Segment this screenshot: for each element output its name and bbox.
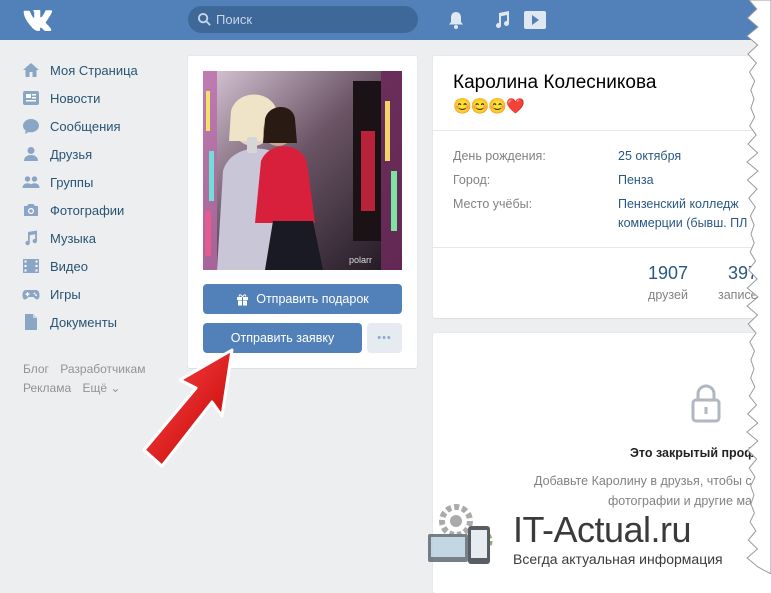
play-icon[interactable] [523, 9, 547, 31]
friends-counter[interactable]: 1907 друзей [640, 263, 696, 302]
sidebar-item-games[interactable]: Игры [22, 280, 172, 308]
more-actions-button[interactable]: ••• [367, 323, 402, 353]
top-bar: Поиск [0, 0, 771, 40]
sidebar-item-label: Группы [50, 174, 94, 190]
friends-count: 1907 [647, 263, 689, 283]
sidebar-item-photos[interactable]: Фотографии [22, 196, 172, 224]
education-value-line2[interactable]: коммерции (бывш. ПЛ [618, 216, 747, 230]
sidebar-item-label: Моя Страница [50, 62, 138, 78]
left-menu: Моя Страница Новости Сообщения Друзья Гр… [22, 56, 172, 336]
send-request-label: Отправить заявку [230, 331, 335, 345]
sidebar-item-video[interactable]: Видео [22, 252, 172, 280]
red-arrow-pointer [142, 348, 234, 468]
more-dots-icon: ••• [377, 332, 392, 344]
sidebar-item-my-page[interactable]: Моя Страница [22, 56, 172, 84]
search-icon [197, 12, 211, 26]
profile-photo-image: polarr [203, 71, 402, 270]
sidebar-item-friends[interactable]: Друзья [22, 140, 172, 168]
city-label: Город: [453, 173, 491, 187]
send-gift-label: Отправить подарок [256, 292, 369, 306]
city-value[interactable]: Пенза [618, 173, 654, 187]
torn-edge-decoration [746, 0, 771, 574]
music-icon[interactable] [491, 9, 513, 31]
profile-photo[interactable]: polarr [203, 71, 402, 270]
watermark-subtitle: Всегда актуальная информация [513, 551, 723, 567]
groups-icon [22, 176, 40, 188]
birthday-value[interactable]: 25 октября [618, 149, 681, 163]
sidebar-item-messages[interactable]: Сообщения [22, 112, 172, 140]
search-input[interactable]: Поиск [216, 12, 252, 27]
gift-icon [237, 293, 249, 306]
profile-status: 😊😊😊❤️ [453, 98, 525, 115]
search-box[interactable]: Поиск [188, 6, 418, 33]
ads-link[interactable]: Реклама [23, 381, 71, 395]
education-value[interactable]: Пензенский колледж [618, 197, 739, 211]
music-icon [25, 230, 38, 246]
watermark-title: IT-Actual.ru [513, 509, 692, 550]
profile-name: Каролина Колесникова [453, 72, 657, 93]
send-gift-button[interactable]: Отправить подарок [203, 284, 402, 314]
sidebar-item-label: Фотографии [50, 202, 125, 218]
bell-icon[interactable] [445, 9, 467, 31]
info-divider [433, 130, 753, 131]
closed-profile-title: Это закрытый проф [630, 446, 756, 460]
counters-divider [433, 247, 753, 248]
sidebar-item-label: Документы [50, 314, 118, 330]
sidebar-item-news[interactable]: Новости [22, 84, 172, 112]
vk-logo-icon[interactable] [22, 9, 58, 31]
news-icon [23, 91, 39, 105]
more-link[interactable]: Ещё ⌄ [82, 381, 120, 395]
birthday-label: День рождения: [453, 149, 546, 163]
blog-link[interactable]: Блог [23, 362, 49, 376]
home-icon [23, 63, 39, 77]
education-label: Место учёбы: [453, 197, 533, 211]
sidebar-item-label: Игры [50, 286, 81, 302]
sidebar-item-groups[interactable]: Группы [22, 168, 172, 196]
sidebar-item-label: Музыка [50, 230, 96, 246]
gamepad-icon [22, 290, 40, 300]
sidebar-item-label: Сообщения [50, 118, 121, 134]
sidebar-item-label: Видео [50, 258, 88, 274]
photo-watermark: polarr [349, 255, 372, 265]
messages-icon [23, 119, 39, 134]
sidebar-item-music[interactable]: Музыка [22, 224, 172, 252]
developers-link[interactable]: Разработчикам [60, 362, 145, 376]
closed-profile-line1: Добавьте Каролину в друзья, чтобы с [534, 474, 752, 488]
document-icon [25, 314, 37, 330]
lock-icon [691, 384, 721, 423]
friends-caption: друзей [648, 288, 688, 302]
camera-icon [24, 204, 38, 216]
sidebar-item-label: Друзья [50, 146, 93, 162]
sidebar-item-documents[interactable]: Документы [22, 308, 172, 336]
sidebar-item-label: Новости [50, 90, 101, 106]
profile-photo-card: polarr [188, 56, 417, 368]
friend-icon [24, 147, 38, 161]
video-icon [23, 259, 39, 273]
